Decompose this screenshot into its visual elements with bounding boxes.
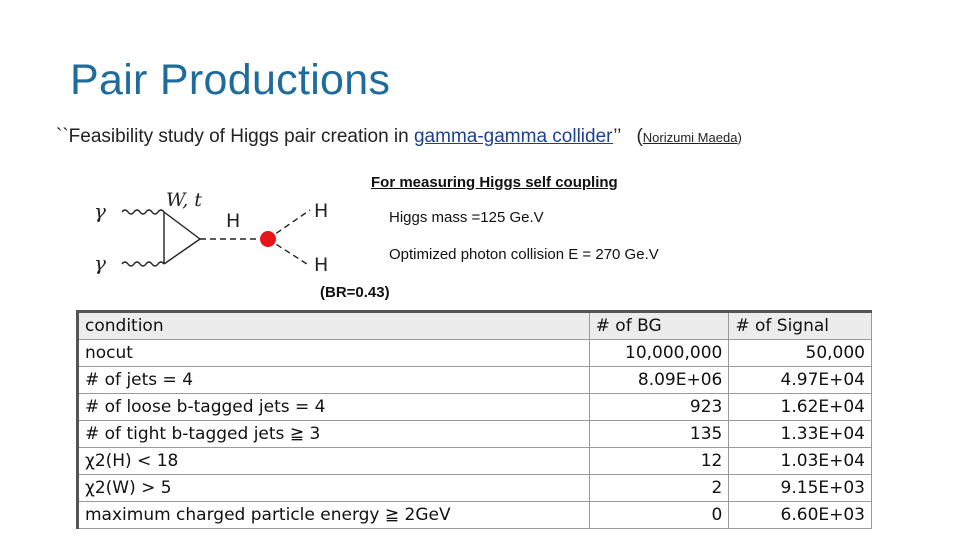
slide-title: Pair Productions (70, 56, 391, 104)
photon-label-upper: γ (94, 199, 106, 223)
cell-signal: 1.33E+04 (728, 420, 872, 448)
table-row: # of tight b-tagged jets ≧ 3 135 1.33E+0… (77, 420, 872, 448)
table-row: nocut 10,000,000 50,000 (77, 339, 872, 367)
cell-signal: 1.62E+04 (728, 393, 872, 421)
loop-label: W, t (166, 189, 202, 211)
cell-condition: # of loose b-tagged jets = 4 (77, 393, 590, 421)
cell-signal: 1.03E+04 (728, 447, 872, 475)
table-row: maximum charged particle energy ≧ 2GeV 0… (77, 501, 872, 529)
cell-condition: χ2(H) < 18 (77, 447, 590, 475)
cell-condition: # of jets = 4 (77, 366, 590, 394)
photon-line-lower (121, 261, 165, 267)
cell-bg: 0 (588, 501, 730, 529)
cell-bg: 12 (588, 447, 730, 475)
table-row: χ2(H) < 18 12 1.03E+04 (77, 447, 872, 475)
note-collision-energy: Optimized photon collision E = 270 Ge.V (389, 246, 659, 263)
cell-condition: maximum charged particle energy ≧ 2GeV (77, 501, 590, 529)
header-condition: condition (77, 311, 590, 340)
cell-signal: 9.15E+03 (728, 474, 872, 502)
note-purpose: For measuring Higgs self coupling (371, 174, 618, 191)
cell-signal: 50,000 (728, 339, 872, 367)
photon-line-upper (121, 209, 165, 215)
cell-signal: 4.97E+04 (728, 366, 872, 394)
propagator-label: H (226, 210, 240, 232)
cell-bg: 10,000,000 (588, 339, 730, 367)
cell-bg: 923 (588, 393, 730, 421)
header-signal: # of Signal (728, 311, 872, 340)
photon-label-lower: γ (94, 251, 106, 275)
cell-bg: 2 (588, 474, 730, 502)
cell-signal: 6.60E+03 (728, 501, 872, 529)
table-row: # of jets = 4 8.09E+06 4.97E+04 (77, 366, 872, 394)
table-row: # of loose b-tagged jets = 4 923 1.62E+0… (77, 393, 872, 421)
table-row: χ2(W) > 5 2 9.15E+03 (77, 474, 872, 502)
feynman-diagram: γ γ W, t H H H (94, 189, 328, 276)
author-name: Norizumi Maeda (642, 130, 738, 145)
subtitle-link[interactable]: gamma-gamma collider (414, 126, 613, 147)
cell-bg: 8.09E+06 (588, 366, 730, 394)
author-paren-close: ) (737, 130, 742, 145)
slide-subtitle: ``Feasibility study of Higgs pair creati… (56, 126, 742, 148)
note-higgs-mass: Higgs mass =125 Ge.V (389, 209, 544, 226)
out-label-lower: H (314, 254, 328, 276)
subtitle-suffix: ’’ (613, 126, 621, 147)
self-coupling-vertex (260, 231, 276, 247)
header-bg: # of BG (588, 311, 730, 340)
subtitle-prefix: ``Feasibility study of Higgs pair creati… (56, 126, 414, 147)
cell-condition: χ2(W) > 5 (77, 474, 590, 502)
cell-bg: 135 (588, 420, 730, 448)
cut-flow-table: condition # of BG # of Signal nocut 10,0… (76, 310, 872, 529)
note-branching-ratio: (BR=0.43) (320, 284, 390, 301)
cell-condition: # of tight b-tagged jets ≧ 3 (77, 420, 590, 448)
table-header-row: condition # of BG # of Signal (77, 311, 872, 340)
out-label-upper: H (314, 200, 328, 222)
cell-condition: nocut (77, 339, 590, 367)
